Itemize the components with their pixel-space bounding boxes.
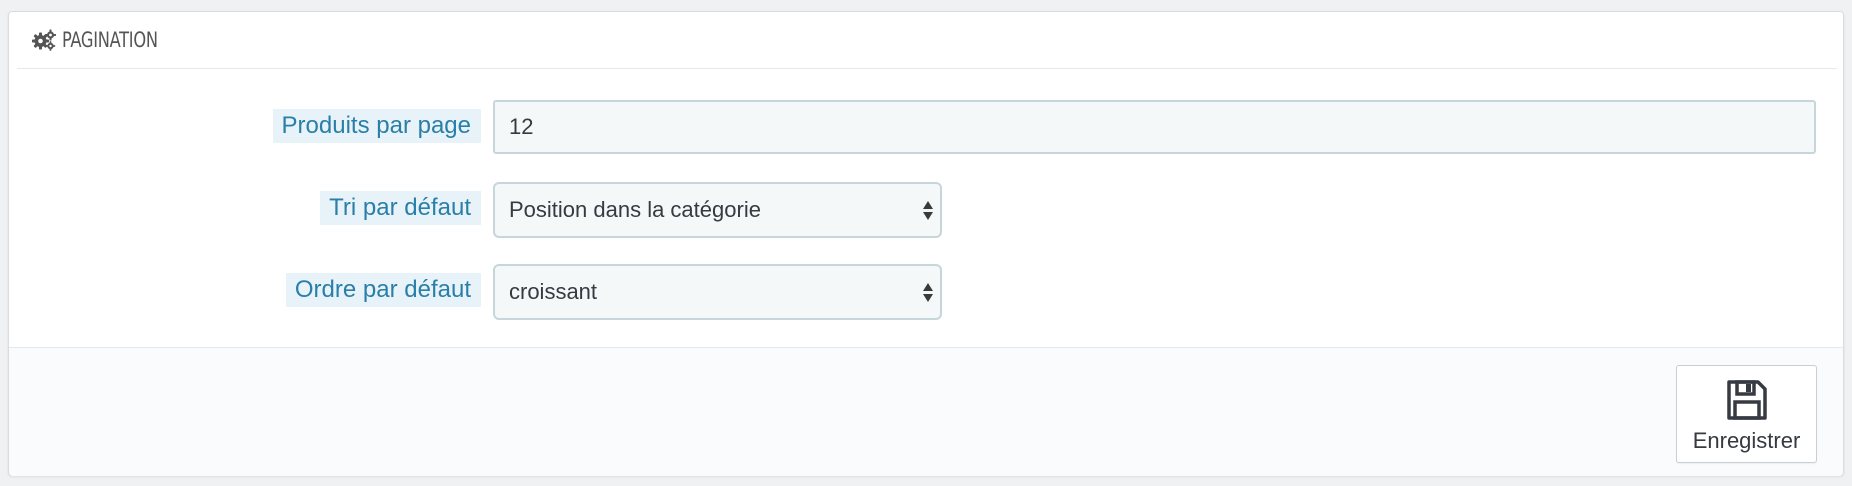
label-wrap: Produits par page <box>272 109 481 143</box>
products-per-page-label[interactable]: Produits par page <box>272 109 481 143</box>
default-order-select[interactable]: croissant <box>493 264 942 320</box>
default-order-value: croissant <box>509 279 598 304</box>
default-sort-value: Position dans la catégorie <box>509 197 761 222</box>
default-order-label[interactable]: Ordre par défaut <box>285 273 481 307</box>
form-row-default-sort: Tri par défaut Position dans la catégori… <box>9 180 1845 238</box>
select-arrows-icon <box>922 199 934 221</box>
panel-footer: Enregistrer <box>9 347 1843 476</box>
panel-title: PAGINATION <box>62 28 158 52</box>
save-button-label: Enregistrer <box>1692 428 1801 453</box>
label-wrap: Ordre par défaut <box>285 273 481 307</box>
gears-icon <box>32 29 56 51</box>
form-row-default-order: Ordre par défaut croissant <box>9 262 1845 320</box>
save-button[interactable]: Enregistrer <box>1676 365 1817 463</box>
pagination-panel: PAGINATION Produits par page 12 Tri par … <box>8 11 1844 476</box>
default-sort-label[interactable]: Tri par défaut <box>320 191 481 225</box>
form-row-products-per-page: Produits par page 12 <box>9 98 1845 154</box>
default-sort-select[interactable]: Position dans la catégorie <box>493 182 942 238</box>
select-arrows-icon <box>922 281 934 303</box>
products-per-page-input[interactable]: 12 <box>493 100 1816 154</box>
panel-heading: PAGINATION <box>17 12 1837 69</box>
label-wrap: Tri par défaut <box>320 191 481 225</box>
floppy-disk-icon <box>1726 380 1767 420</box>
